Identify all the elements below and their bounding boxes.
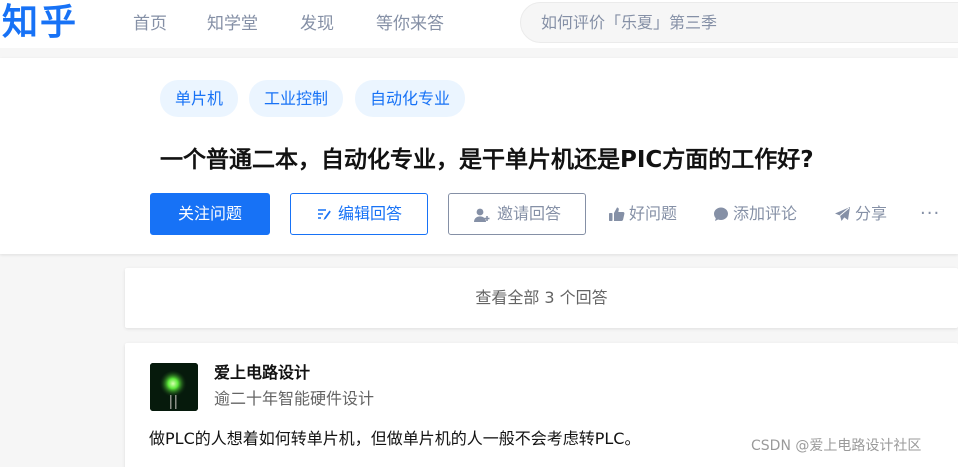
avatar[interactable] [150, 363, 198, 411]
add-comment-button[interactable]: 添加评论 [713, 203, 797, 228]
nav-waiting-answers[interactable]: 等你来答 [376, 12, 444, 36]
share-button[interactable]: 分享 [834, 203, 887, 228]
view-all-answers-link[interactable]: 查看全部 3 个回答 [125, 268, 958, 328]
follow-question-button[interactable]: 关注问题 [150, 193, 270, 235]
question-title: 一个普通二本，自动化专业，是干单片机还是PIC方面的工作好? [160, 147, 814, 173]
search-input[interactable]: 如何评价「乐夏」第三季 [520, 2, 958, 43]
more-options-button[interactable]: ··· [920, 203, 940, 225]
paper-plane-icon [834, 206, 851, 228]
add-user-icon [473, 207, 491, 223]
nav-home[interactable]: 首页 [133, 12, 167, 36]
nav-discover[interactable]: 发现 [300, 12, 334, 36]
good-question-button[interactable]: 好问题 [608, 203, 677, 228]
topic-tag[interactable]: 工业控制 [249, 80, 344, 117]
watermark-text: CSDN @爱上电路设计社区 [751, 438, 922, 454]
answer-content[interactable]: 做PLC的人想着如何转单片机，但做单片机的人一般不会考虑转PLC。 [149, 427, 640, 451]
follow-question-label: 关注问题 [177, 204, 242, 223]
topic-tag[interactable]: 单片机 [160, 80, 239, 117]
edit-icon [316, 207, 332, 223]
topic-tag[interactable]: 自动化专业 [355, 80, 466, 117]
top-navbar: 知乎 首页 知学堂 发现 等你来答 如何评价「乐夏」第三季 [0, 0, 958, 48]
author-headline: 逾二十年智能硬件设计 [214, 389, 375, 408]
share-label: 分享 [855, 204, 888, 223]
invite-answer-button[interactable]: 邀请回答 [448, 193, 586, 235]
good-question-label: 好问题 [629, 204, 678, 223]
edit-answer-button[interactable]: 编辑回答 [290, 193, 428, 235]
thumb-up-icon [608, 206, 625, 228]
nav-zhixuetang[interactable]: 知学堂 [207, 12, 258, 36]
edit-answer-label: 编辑回答 [337, 204, 402, 223]
author-name[interactable]: 爱上电路设计 [214, 362, 310, 384]
zhihu-logo[interactable]: 知乎 [2, 2, 78, 42]
question-header: 单片机 工业控制 自动化专业 一个普通二本，自动化专业，是干单片机还是PIC方面… [0, 58, 958, 254]
add-comment-label: 添加评论 [733, 204, 798, 223]
invite-answer-label: 邀请回答 [496, 204, 561, 223]
comment-bubble-icon [713, 206, 729, 228]
